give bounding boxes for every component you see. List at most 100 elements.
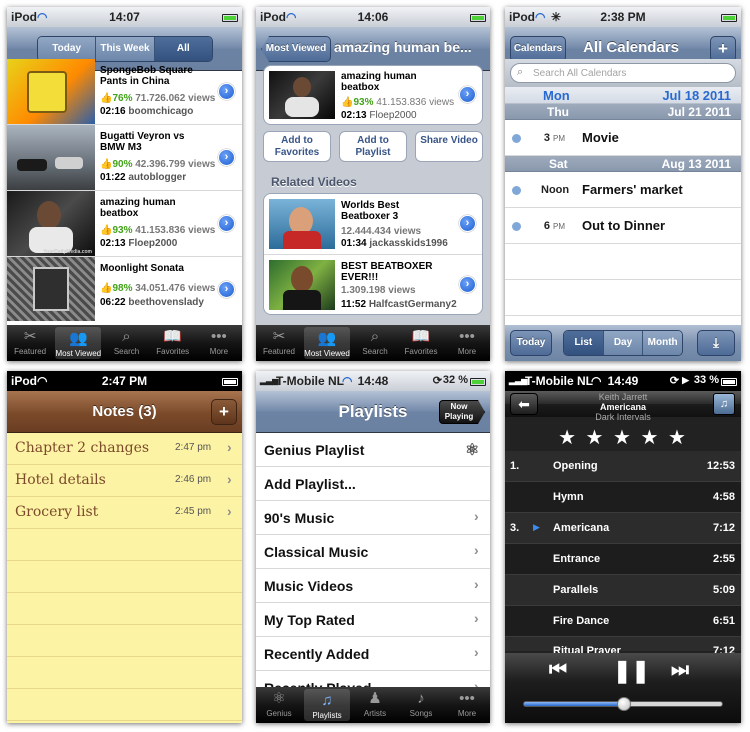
- tab-most-viewed[interactable]: 👥 Most Viewed: [55, 327, 102, 359]
- views: 1.309.198 views: [341, 285, 416, 296]
- track-row[interactable]: Hymn 4:58: [505, 482, 741, 513]
- video-thumbnail: [269, 199, 335, 249]
- thumbs-up-icon: 👍: [100, 283, 113, 294]
- video-row[interactable]: Moonlight Sonata 👍98% 34.051.476 views 0…: [7, 257, 242, 323]
- detail-disclosure-icon[interactable]: ›: [459, 215, 476, 232]
- previous-track-icon[interactable]: ⏮: [549, 659, 567, 682]
- video-row[interactable]: Bugatti Veyron vs BMW M3 👍90% 42.396.799…: [7, 125, 242, 191]
- segment-day[interactable]: Day: [603, 331, 644, 355]
- note-title: Chapter 2 changes: [15, 440, 150, 456]
- segment-all[interactable]: All: [154, 37, 212, 61]
- next-track-icon[interactable]: ⏭: [671, 659, 689, 682]
- playlist-row[interactable]: Classical Music ›: [256, 535, 490, 569]
- track-row[interactable]: Fire Dance 6:51: [505, 606, 741, 637]
- event-row[interactable]: 6 PM Out to Dinner: [505, 208, 741, 244]
- today-button[interactable]: Today: [510, 330, 552, 356]
- segment-this-week[interactable]: This Week: [96, 37, 155, 61]
- calendar-dot-icon: [512, 222, 521, 231]
- tab-more[interactable]: ••• More: [196, 325, 242, 361]
- note-row[interactable]: Chapter 2 changes 2:47 pm ›: [7, 433, 242, 465]
- detail-disclosure-icon[interactable]: ›: [459, 276, 476, 293]
- event-row[interactable]: Noon Farmers' market: [505, 172, 741, 208]
- page-title: amazing human be...: [334, 39, 472, 55]
- playlists-screen: ▂▃▅ T-Mobile NL ◠ 14:48 ⟳ 32 % Playlists…: [256, 371, 490, 723]
- duration: 02:16: [100, 106, 126, 117]
- tab-most-viewed[interactable]: 👥 Most Viewed: [304, 327, 350, 359]
- segment-month[interactable]: Month: [643, 331, 682, 355]
- clock: 14:06: [357, 10, 389, 24]
- add-to-favorites-button[interactable]: Add to Favorites: [263, 131, 331, 162]
- video-duration-author: 01:22 autoblogger: [100, 172, 186, 183]
- duration: 01:22: [100, 172, 126, 183]
- author: Floep2000: [369, 110, 417, 121]
- tab-featured[interactable]: ✂ Featured: [256, 325, 302, 361]
- playlist-row[interactable]: Recently Added ›: [256, 637, 490, 671]
- views: 71.726.062 views: [135, 93, 216, 104]
- detail-disclosure-icon[interactable]: ›: [218, 149, 235, 166]
- play-video-icon[interactable]: ›: [459, 86, 476, 103]
- section-date: Jul 21 2011: [667, 105, 731, 119]
- back-button[interactable]: Most Viewed: [261, 36, 331, 62]
- inbox-button[interactable]: ⤓: [697, 330, 735, 356]
- video-list: SpongeBob Square Pants in China 👍76% 71.…: [7, 59, 242, 323]
- track-row-current[interactable]: 3. ▶ Americana 7:12: [505, 513, 741, 544]
- chevron-right-icon: ›: [474, 644, 479, 660]
- tab-search[interactable]: ⌕ Search: [352, 325, 398, 361]
- navigation-bar: ⬅ Keith Jarrett Americana Dark Intervals…: [505, 391, 741, 422]
- search-field[interactable]: ⌕ Search All Calendars: [510, 63, 736, 83]
- playlist-row[interactable]: My Top Rated ›: [256, 603, 490, 637]
- related-video-row[interactable]: BEST BEATBOXER EVER!!! 1.309.198 views 1…: [264, 255, 482, 314]
- volume-slider-knob[interactable]: [617, 697, 631, 711]
- now-playing-button[interactable]: Now Playing: [439, 400, 485, 424]
- event-row[interactable]: 3 PM Movie: [505, 120, 741, 156]
- favorites-icon: 📖: [163, 328, 183, 345]
- genius-atom-icon: ⚛: [465, 442, 480, 459]
- track-row[interactable]: Entrance 2:55: [505, 544, 741, 575]
- detail-disclosure-icon[interactable]: ›: [218, 215, 235, 232]
- playlist-row-genius[interactable]: Genius Playlist ⚛: [256, 433, 490, 467]
- thumbs-up-icon: 👍: [100, 159, 113, 170]
- tab-favorites[interactable]: 📖 Favorites: [398, 325, 444, 361]
- playlist-row[interactable]: Music Videos ›: [256, 569, 490, 603]
- battery-icon: [222, 10, 238, 24]
- pause-icon[interactable]: ❚❚: [613, 658, 650, 684]
- calendar-screen: iPod ◠ ✳ 2:38 PM Calendars All Calendars…: [505, 7, 741, 361]
- detail-disclosure-icon[interactable]: ›: [218, 83, 235, 100]
- duration: 02:13: [341, 110, 367, 121]
- new-note-button[interactable]: +: [211, 399, 237, 425]
- rating-stars[interactable]: ★ ★ ★ ★ ★: [505, 425, 741, 450]
- tab-more[interactable]: ••• More: [444, 325, 490, 361]
- video-row[interactable]: SpongeBob Square Pants in China 👍76% 71.…: [7, 59, 242, 125]
- detail-disclosure-icon[interactable]: ›: [218, 281, 235, 298]
- event-title: Movie: [582, 130, 619, 145]
- related-video-row[interactable]: Worlds Best Beatboxer 3 12.444.434 views…: [264, 194, 482, 255]
- segment-list[interactable]: List: [564, 331, 604, 355]
- share-video-button[interactable]: Share Video: [415, 131, 483, 162]
- note-row[interactable]: Hotel details 2:46 pm ›: [7, 465, 242, 497]
- tab-favorites[interactable]: 📖 Favorites: [150, 325, 196, 361]
- tab-playlists[interactable]: ♫ Playlists: [304, 689, 350, 721]
- video-duration-author: 02:13 Floep2000: [100, 238, 177, 249]
- tab-search[interactable]: ⌕ Search: [103, 325, 149, 361]
- back-button[interactable]: ⬅: [510, 393, 538, 415]
- add-to-playlist-button[interactable]: Add to Playlist: [339, 131, 407, 162]
- chevron-right-icon: ›: [227, 439, 232, 455]
- author: HalfcastGermany2: [368, 299, 457, 310]
- tab-artists[interactable]: ♟ Artists: [352, 687, 398, 723]
- volume-slider[interactable]: [523, 697, 723, 711]
- track-row[interactable]: Parallels 5:09: [505, 575, 741, 606]
- tab-songs[interactable]: ♪ Songs: [398, 687, 444, 723]
- playlist-row[interactable]: 90's Music ›: [256, 501, 490, 535]
- tab-more[interactable]: ••• More: [444, 687, 490, 723]
- video-row[interactable]: YourDailyMedia.com amazing human beatbox…: [7, 191, 242, 257]
- playlist-row-add[interactable]: Add Playlist...: [256, 467, 490, 501]
- track-title: Hymn: [553, 491, 584, 503]
- note-row[interactable]: Grocery list 2:45 pm ›: [7, 497, 242, 529]
- track-row[interactable]: 1. Opening 12:53: [505, 451, 741, 482]
- tab-genius[interactable]: ⚛ Genius: [256, 687, 302, 723]
- segment-today[interactable]: Today: [38, 37, 97, 61]
- album-art-toggle-button[interactable]: ♫: [713, 393, 735, 415]
- tab-featured[interactable]: ✂ Featured: [7, 325, 53, 361]
- empty-row: [505, 244, 741, 280]
- event-title: Out to Dinner: [582, 218, 666, 233]
